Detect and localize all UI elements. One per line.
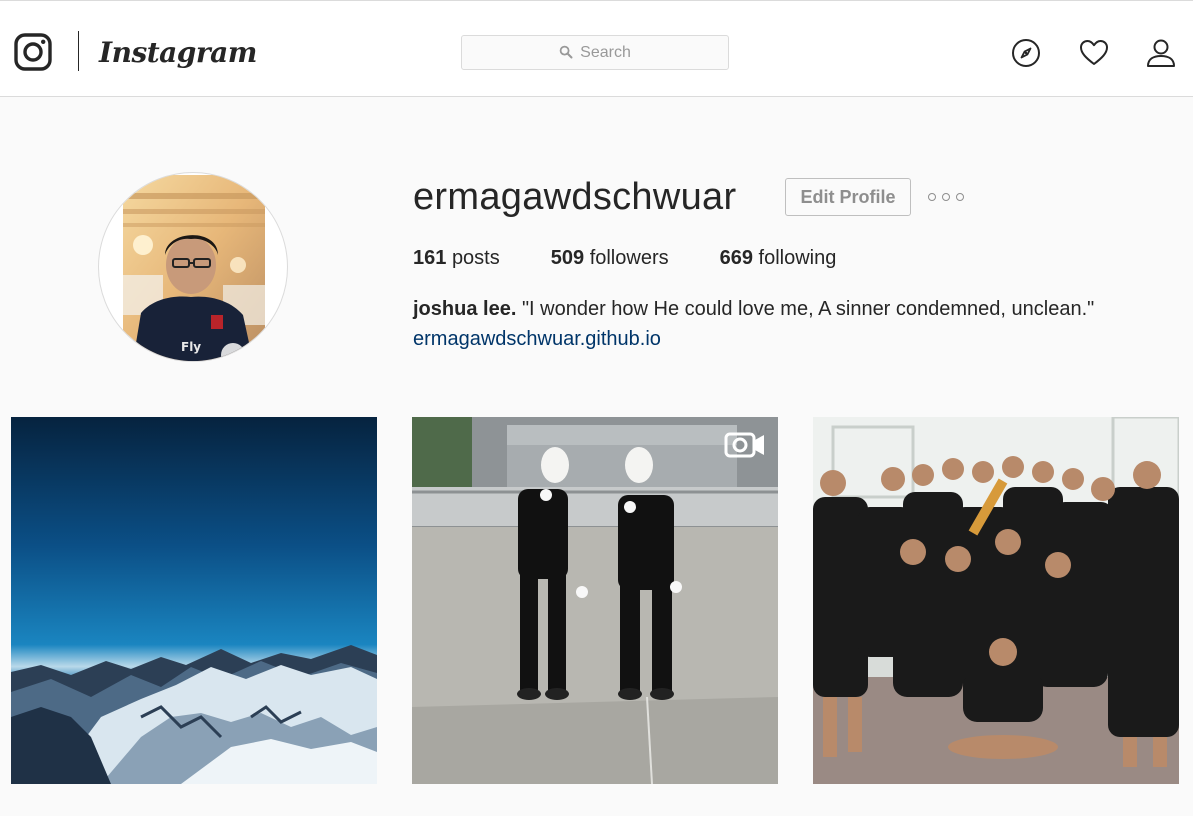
video-icon (724, 432, 764, 458)
avatar-photo: Fly (123, 175, 265, 361)
svg-text:Fly: Fly (181, 340, 201, 354)
profile-bio-text: "I wonder how He could love me, A sinner… (521, 298, 1095, 320)
post-thumbnail[interactable] (11, 417, 377, 784)
compass-icon[interactable] (1010, 37, 1042, 69)
profile-bio: joshua lee. "I wonder how He could love … (413, 294, 1173, 324)
profile-avatar[interactable]: Fly (98, 172, 288, 362)
more-dot-icon (956, 193, 964, 201)
following-link[interactable]: 669 following (720, 244, 837, 272)
followers-count-value: 509 (550, 247, 585, 269)
instagram-wordmark[interactable]: Instagram (99, 31, 257, 75)
post-thumbnail[interactable] (813, 417, 1179, 784)
logo-divider (78, 31, 79, 71)
search-icon (559, 45, 573, 58)
profile-website-link[interactable]: ermagawdschwuar.github.io (413, 324, 661, 354)
instagram-glyph-icon[interactable] (13, 32, 53, 72)
more-dot-icon (928, 193, 936, 201)
more-dot-icon (942, 193, 950, 201)
user-icon[interactable] (1145, 37, 1177, 69)
posts-count-value: 161 (413, 247, 447, 269)
edit-profile-button[interactable]: Edit Profile (785, 178, 911, 216)
followers-link[interactable]: 509 followers (551, 244, 669, 272)
following-count-value: 669 (719, 247, 753, 269)
profile-username: ermagawdschwuar (413, 176, 737, 218)
post-image (813, 417, 1179, 784)
search-input[interactable]: Search (461, 35, 729, 70)
posts-count: 161 posts (413, 244, 500, 272)
more-options-button[interactable] (928, 187, 964, 207)
following-count-label: following (758, 247, 837, 269)
heart-icon[interactable] (1078, 37, 1110, 69)
top-navigation-bar: Instagram Search (0, 0, 1193, 97)
posts-count-label: posts (451, 247, 500, 269)
followers-count-label: followers (589, 247, 669, 269)
profile-stats: 161 posts 509 followers 669 following (413, 244, 887, 272)
post-image (11, 417, 377, 784)
post-image (412, 417, 778, 784)
post-thumbnail[interactable] (412, 417, 778, 784)
profile-full-name: joshua lee. (413, 298, 517, 320)
search-placeholder: Search (580, 43, 631, 61)
